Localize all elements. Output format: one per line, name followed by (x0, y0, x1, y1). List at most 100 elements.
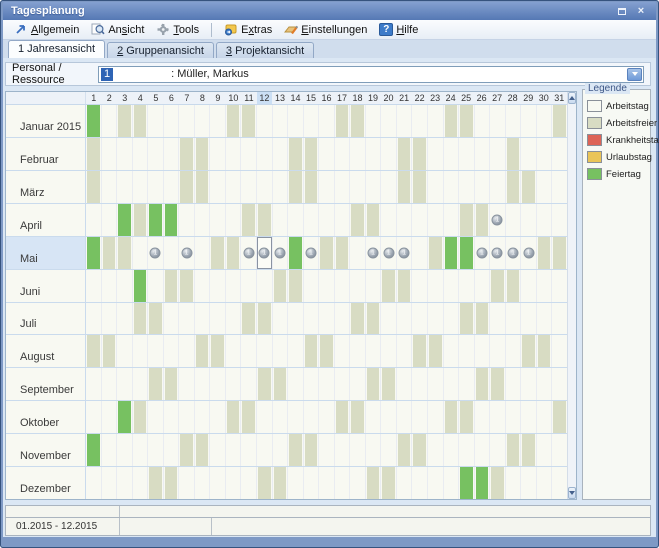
day-cell[interactable] (86, 401, 102, 433)
day-cell[interactable] (241, 105, 257, 137)
month-label[interactable]: Dezember (6, 467, 86, 499)
day-cell[interactable] (133, 171, 149, 203)
day-cell[interactable] (148, 401, 164, 433)
day-cell[interactable] (257, 138, 273, 170)
day-cell[interactable] (319, 335, 335, 367)
menu-item-tools[interactable]: Tools (151, 22, 204, 37)
day-cell[interactable]: 1 (366, 237, 382, 269)
day-cell[interactable] (412, 171, 428, 203)
day-cell[interactable] (506, 335, 522, 367)
day-cell[interactable] (133, 105, 149, 137)
day-cell[interactable] (521, 105, 537, 137)
day-cell[interactable] (257, 434, 273, 466)
day-cell[interactable] (273, 434, 289, 466)
day-cell[interactable] (335, 204, 351, 236)
day-cell[interactable] (335, 171, 351, 203)
day-cell[interactable] (319, 171, 335, 203)
day-cell[interactable] (537, 138, 553, 170)
day-cell[interactable] (366, 434, 382, 466)
day-cell[interactable] (148, 171, 164, 203)
day-header[interactable]: 29 (520, 92, 536, 104)
day-header[interactable]: 8 (195, 92, 211, 104)
day-cell[interactable] (304, 138, 320, 170)
day-cell[interactable] (273, 270, 289, 302)
day-cell[interactable] (537, 270, 553, 302)
entry-badge[interactable]: 1 (368, 247, 379, 258)
day-cell[interactable] (490, 171, 506, 203)
day-cell[interactable] (148, 270, 164, 302)
entry-badge[interactable]: 1 (508, 247, 519, 258)
day-cell[interactable] (428, 368, 444, 400)
day-cell[interactable] (459, 237, 475, 269)
day-cell[interactable] (397, 171, 413, 203)
day-cell[interactable] (195, 138, 211, 170)
day-cell[interactable] (459, 368, 475, 400)
day-cell[interactable] (521, 401, 537, 433)
day-header[interactable]: 2 (102, 92, 118, 104)
day-cell[interactable] (179, 138, 195, 170)
day-cell[interactable]: 1 (506, 237, 522, 269)
day-cell[interactable] (102, 434, 118, 466)
day-cell[interactable] (210, 401, 226, 433)
day-cell[interactable] (412, 401, 428, 433)
day-cell[interactable] (444, 138, 460, 170)
day-cell[interactable] (381, 368, 397, 400)
day-cell[interactable] (412, 303, 428, 335)
day-cell[interactable] (210, 204, 226, 236)
day-cell[interactable] (288, 270, 304, 302)
day-cell[interactable] (164, 204, 180, 236)
day-cell[interactable] (319, 467, 335, 499)
day-cell[interactable] (459, 335, 475, 367)
day-cell[interactable] (552, 434, 567, 466)
day-cell[interactable] (164, 401, 180, 433)
day-cell[interactable] (521, 335, 537, 367)
day-cell[interactable] (537, 237, 553, 269)
day-cell[interactable] (102, 335, 118, 367)
scroll-up-button[interactable] (568, 92, 576, 104)
entry-badge[interactable]: 1 (243, 247, 254, 258)
day-cell[interactable] (381, 204, 397, 236)
day-cell[interactable] (257, 270, 273, 302)
day-cell[interactable] (226, 401, 242, 433)
day-cell[interactable] (195, 335, 211, 367)
day-cell[interactable] (412, 467, 428, 499)
day-header[interactable]: 23 (427, 92, 443, 104)
day-cell[interactable] (210, 368, 226, 400)
day-cell[interactable] (133, 138, 149, 170)
day-cell[interactable] (552, 204, 567, 236)
day-cell[interactable] (319, 368, 335, 400)
day-cell[interactable] (459, 171, 475, 203)
day-cell[interactable] (350, 204, 366, 236)
day-cell[interactable] (444, 434, 460, 466)
day-cell[interactable] (537, 434, 553, 466)
day-cell[interactable] (304, 335, 320, 367)
day-cell[interactable] (148, 434, 164, 466)
day-cell[interactable] (397, 270, 413, 302)
day-cell[interactable] (350, 270, 366, 302)
day-cell[interactable] (381, 270, 397, 302)
day-cell[interactable] (257, 204, 273, 236)
menu-item-allgemein[interactable]: Allgemein (9, 22, 84, 37)
day-cell[interactable] (444, 105, 460, 137)
month-label[interactable]: November (6, 434, 86, 466)
day-cell[interactable] (428, 401, 444, 433)
menu-item-ansicht[interactable]: Ansicht (86, 22, 149, 37)
day-cell[interactable] (506, 467, 522, 499)
day-cell[interactable] (490, 138, 506, 170)
day-header[interactable]: 12 (257, 92, 273, 104)
day-cell[interactable] (475, 368, 491, 400)
day-cell[interactable] (133, 335, 149, 367)
day-cell[interactable] (412, 105, 428, 137)
day-cell[interactable] (412, 368, 428, 400)
day-cell[interactable] (490, 270, 506, 302)
day-cell[interactable] (428, 237, 444, 269)
day-cell[interactable] (304, 467, 320, 499)
day-cell[interactable] (428, 171, 444, 203)
day-cell[interactable] (381, 434, 397, 466)
day-header[interactable]: 22 (412, 92, 428, 104)
day-cell[interactable] (506, 368, 522, 400)
day-cell[interactable] (521, 434, 537, 466)
day-cell[interactable]: 1 (179, 237, 195, 269)
day-cell[interactable] (319, 434, 335, 466)
day-cell[interactable] (102, 138, 118, 170)
